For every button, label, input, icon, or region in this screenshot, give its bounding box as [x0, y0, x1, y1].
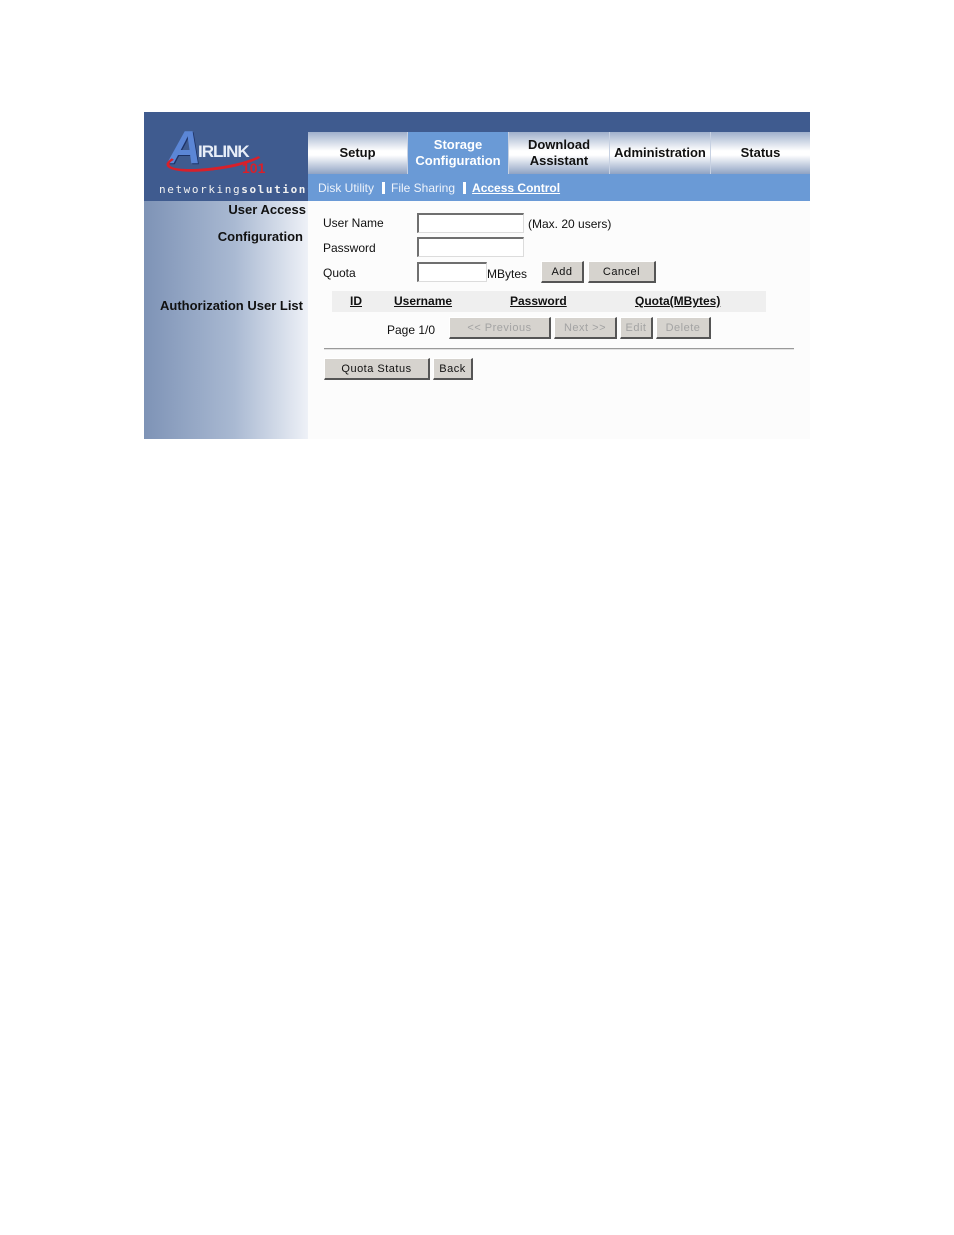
tab-label: Storage Configuration — [415, 137, 500, 169]
quota-label: Quota — [323, 266, 356, 280]
username-input[interactable] — [417, 213, 524, 233]
airlink-logo: A IRLINK 101 — [164, 120, 284, 180]
tab-label: Status — [740, 145, 781, 160]
user-list-header: ID Username Password Quota(MBytes) — [332, 291, 766, 312]
back-button[interactable]: Back — [433, 358, 473, 380]
section-user-access-line2: Configuration — [217, 229, 303, 244]
tab-label-line2: Assistant — [529, 153, 589, 168]
quota-unit: MBytes — [487, 267, 528, 281]
sidebar: User Access Configuration Authorization … — [144, 201, 308, 439]
username-hint: (Max. 20 users) — [528, 217, 612, 231]
subtab-access-control[interactable]: Access Control — [472, 181, 560, 195]
tab-administration[interactable]: Administration — [610, 132, 711, 174]
column-id[interactable]: ID — [350, 294, 362, 308]
divider — [324, 348, 794, 350]
header-band — [308, 112, 810, 132]
logo-area: A IRLINK 101 networkingsolutions — [144, 112, 314, 201]
subtab-file-sharing[interactable]: File Sharing — [391, 181, 455, 195]
tab-label-line1: Download — [527, 137, 591, 152]
cancel-button[interactable]: Cancel — [588, 261, 656, 283]
logo-number: 101 — [242, 160, 266, 176]
previous-button[interactable]: << Previous — [449, 317, 551, 339]
logo-wordmark: IRLINK — [198, 142, 250, 161]
tab-label-line1: Storage — [433, 137, 483, 152]
password-input[interactable] — [417, 237, 524, 257]
tab-label-line2: Configuration — [415, 153, 501, 168]
tab-label: Administration — [614, 145, 706, 160]
sub-navigation: Disk Utility File Sharing Access Control — [308, 174, 810, 201]
add-button[interactable]: Add — [541, 261, 584, 283]
router-admin-page: A IRLINK 101 networkingsolutions Setup S… — [144, 112, 810, 439]
tab-storage-configuration[interactable]: Storage Configuration — [408, 132, 509, 174]
column-username[interactable]: Username — [394, 294, 452, 308]
tab-label: Setup — [339, 145, 376, 160]
tagline-bold: solutions — [241, 183, 316, 196]
quota-input[interactable] — [417, 262, 487, 282]
delete-button[interactable]: Delete — [656, 317, 711, 339]
tab-download-assistant[interactable]: Download Assistant — [509, 132, 610, 174]
section-authorization-user-list: Authorization User List — [159, 298, 303, 313]
edit-button[interactable]: Edit — [620, 317, 653, 339]
main-tabs: Setup Storage Configuration Download Assis… — [308, 132, 810, 174]
username-label: User Name — [323, 216, 384, 230]
separator — [382, 181, 385, 194]
tagline: networkingsolutions — [159, 183, 315, 196]
tagline-light: networking — [159, 183, 242, 196]
separator — [463, 181, 467, 194]
tab-status[interactable]: Status — [711, 132, 810, 174]
password-label: Password — [323, 241, 376, 255]
main-content: User Name (Max. 20 users) Password Quota… — [308, 201, 810, 439]
next-button[interactable]: Next >> — [554, 317, 617, 339]
column-quota[interactable]: Quota(MBytes) — [635, 294, 720, 308]
column-password[interactable]: Password — [510, 294, 567, 308]
tab-setup[interactable]: Setup — [308, 132, 408, 174]
section-user-access-line1: User Access — [228, 202, 306, 217]
quota-status-button[interactable]: Quota Status — [324, 358, 430, 380]
tab-label: Download Assistant — [528, 137, 590, 169]
subtab-disk-utility[interactable]: Disk Utility — [318, 181, 374, 195]
page-indicator: Page 1/0 — [387, 323, 436, 337]
